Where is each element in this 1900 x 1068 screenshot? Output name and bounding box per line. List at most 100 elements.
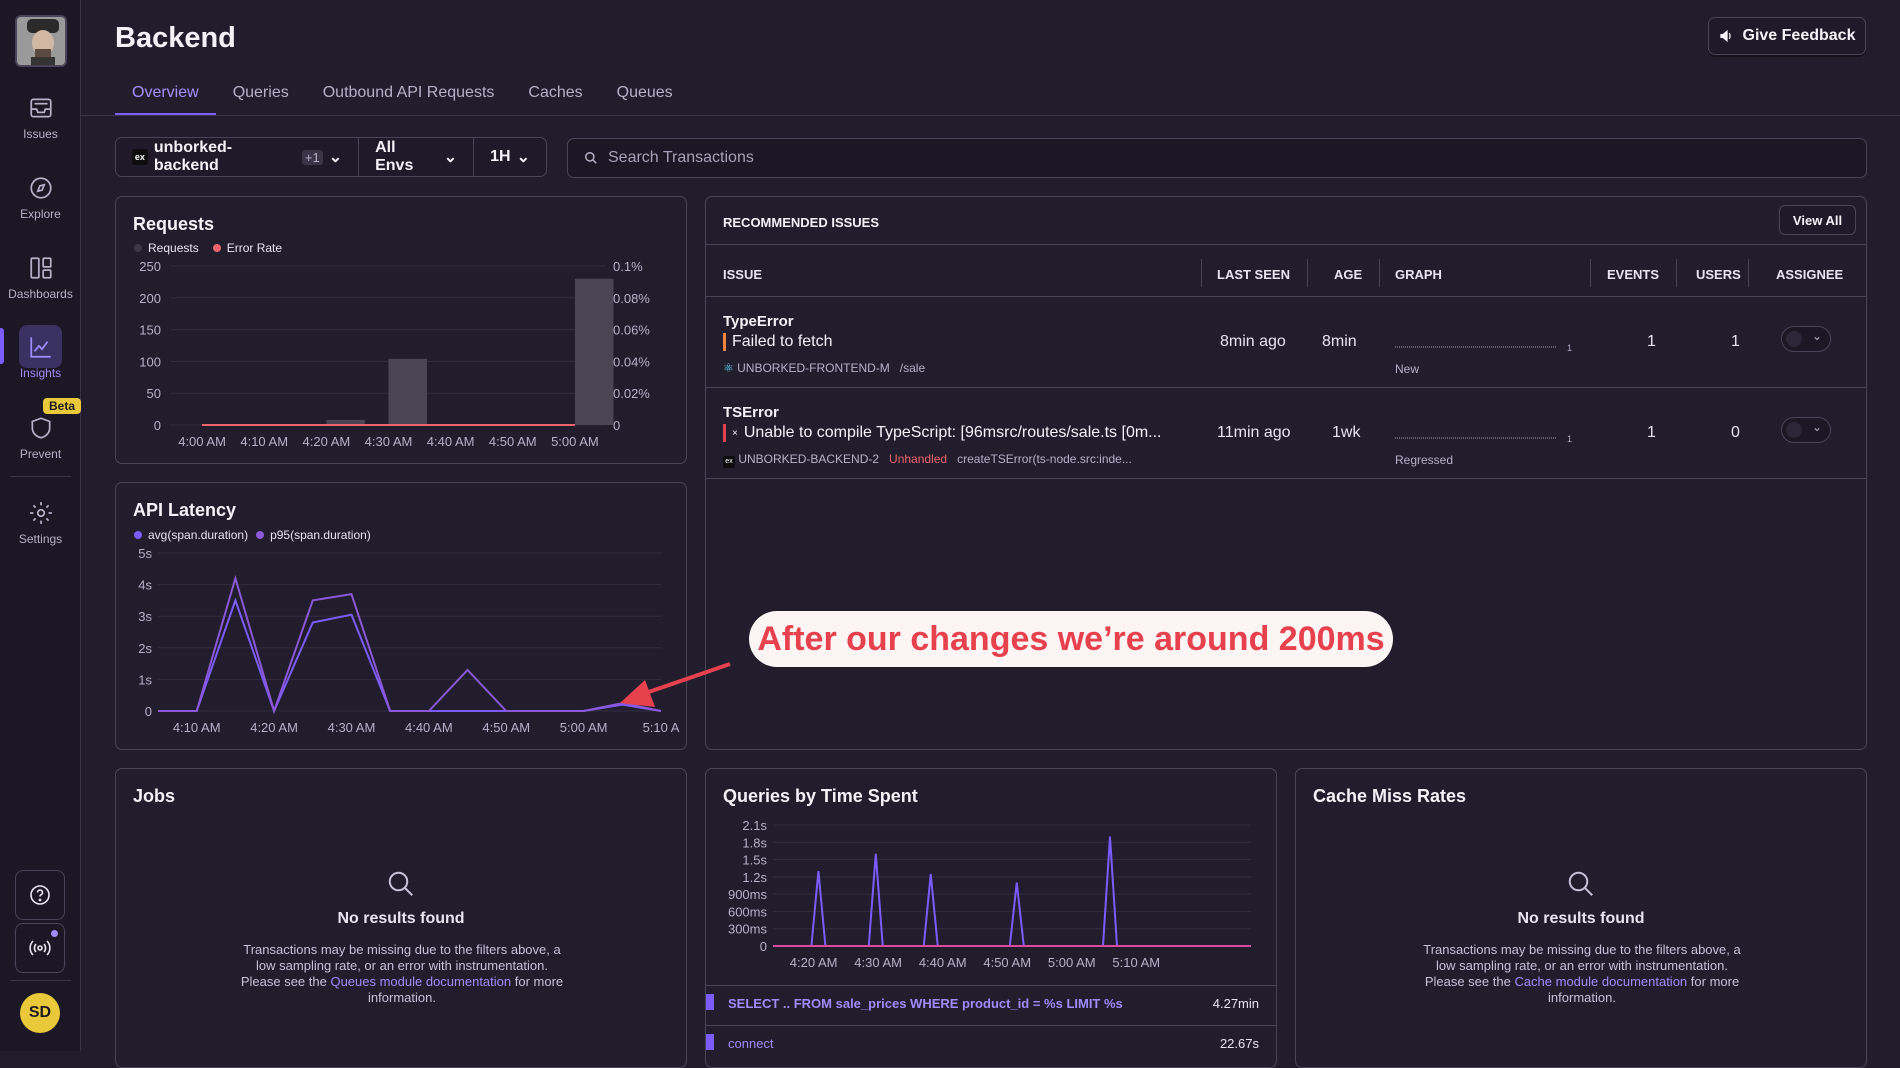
query-bar [706, 994, 714, 1010]
search-icon [1568, 871, 1593, 896]
nav-dashboards[interactable]: Dashboards [0, 255, 81, 301]
nav-label: Issues [23, 127, 58, 141]
row-divider [706, 478, 1866, 479]
events: 1 [1647, 424, 1656, 441]
period-value: 1H [490, 148, 511, 165]
issue-row[interactable]: TSError × Unable to compile TypeScript: … [706, 387, 1866, 478]
close-icon: × [732, 427, 738, 439]
series-line [158, 574, 662, 715]
events: 1 [1647, 333, 1656, 350]
nav-insights[interactable]: Insights [0, 334, 81, 380]
tab-overview[interactable]: Overview [115, 80, 216, 116]
x-tick-label: 4:50 AM [482, 720, 530, 735]
issue-type[interactable]: TSError [723, 404, 779, 421]
project-selector[interactable]: ex unborked-backend +1 ⌄ [116, 138, 360, 176]
issue-row[interactable]: TypeError Failed to fetch ⚛ UNBORKED-FRO… [706, 296, 1866, 387]
x-tick-label: 4:30 AM [854, 955, 902, 970]
query-text[interactable]: connect [728, 1036, 774, 1051]
tab-queues[interactable]: Queues [600, 80, 690, 116]
notification-dot [51, 930, 58, 937]
query-row[interactable]: connect 22.67s [706, 1025, 1276, 1065]
user-avatar[interactable]: SD [20, 993, 60, 1033]
x-tick-label: 5:10 A [643, 720, 680, 735]
search-input[interactable] [608, 149, 1808, 167]
y-tick-label: 50 [147, 386, 161, 401]
megaphone-icon [1719, 29, 1731, 43]
assignee-selector[interactable]: ⌄ [1781, 326, 1831, 352]
requests-chart: 250 200 150 100 50 0 0.1% 0.08% 0.06% 0.04% 0.02% 0… [139, 259, 650, 449]
period-selector[interactable]: 1H ⌄ [474, 138, 546, 176]
y-tick-label: 250 [139, 259, 161, 274]
issue-culprit: createTSError(ts-node.src:inde... [957, 452, 1132, 466]
x-tick-label: 4:10 AM [173, 720, 221, 735]
query-text[interactable]: SELECT .. FROM sale_prices WHERE product… [728, 996, 1123, 1011]
y-tick-label: 0 [145, 704, 152, 719]
sidebar: Issues Explore Dashboards Insights Beta … [0, 0, 82, 1051]
project-name: unborked-backend [153, 139, 233, 174]
tab-caches[interactable]: Caches [511, 80, 599, 116]
query-time: 22.67s [1219, 1036, 1259, 1051]
env-selector[interactable]: All Envs ⌄ [359, 138, 475, 176]
issue-meta: ex UNBORKED-BACKEND-2 Unhandled createTS… [723, 452, 1132, 468]
col-users: USERS [1696, 267, 1741, 282]
help-button[interactable] [15, 870, 65, 920]
cache-empty-state: No results found Transactions may be mis… [1296, 869, 1866, 1006]
broadcast-button[interactable] [15, 923, 65, 973]
issues-title: RECOMMENDED ISSUES [723, 215, 880, 230]
graph-icon [29, 337, 51, 358]
age: 1wk [1332, 424, 1361, 441]
nav-settings[interactable]: Settings [0, 500, 81, 546]
no-results-desc: Transactions may be missing due to the f… [240, 942, 564, 1005]
no-results-desc: Transactions may be missing due to the f… [1423, 942, 1741, 1005]
cache-docs-link[interactable]: Cache module documentation [1514, 974, 1687, 989]
query-row[interactable]: SELECT .. FROM sale_prices WHERE product… [706, 985, 1276, 1025]
give-feedback-button[interactable]: Give Feedback [1708, 17, 1866, 55]
query-time: 4.27min [1212, 996, 1259, 1011]
x-tick-label: 4:50 AM [983, 955, 1031, 970]
beta-badge: Beta [43, 398, 82, 414]
svg-text:1: 1 [1567, 343, 1572, 353]
y-tick-label: 2.1s [742, 818, 767, 833]
x-tick-label: 5:00 AM [560, 720, 608, 735]
assignee-selector[interactable]: ⌄ [1781, 417, 1831, 443]
y-tick-label: 0 [154, 418, 161, 433]
query-spike [867, 853, 884, 947]
help-icon [30, 885, 50, 905]
x-tick-label: 4:40 AM [405, 720, 453, 735]
users: 1 [1731, 333, 1740, 350]
nav-issues[interactable]: Issues [0, 95, 81, 141]
nav-label: Insights [19, 366, 62, 380]
query-spike [810, 871, 827, 947]
view-all-button[interactable]: View All [1779, 205, 1856, 235]
cache-panel: Cache Miss Rates No results found Transa… [1295, 768, 1867, 1068]
x-tick-label: 5:00 AM [551, 434, 599, 449]
issue-message: Failed to fetch [723, 333, 833, 351]
issue-type[interactable]: TypeError [723, 313, 794, 330]
tab-outbound-api-requests[interactable]: Outbound API Requests [306, 80, 512, 116]
level-indicator [723, 333, 726, 351]
latency-chart: 5s 4s 3s 2s 1s 0 4:10 AM 4:20 AM 4:30 AM 4:40 AM 4… [138, 546, 680, 735]
tab-queries[interactable]: Queries [216, 80, 306, 116]
env-value: All Envs [375, 139, 414, 174]
x-tick-label: 4:20 AM [790, 955, 838, 970]
y2-tick-label: 0.02% [613, 386, 650, 401]
org-avatar[interactable] [15, 15, 67, 67]
project-badge: ⚛ UNBORKED-FRONTEND-M [723, 361, 890, 375]
queues-docs-link[interactable]: Queues module documentation [330, 974, 511, 989]
filter-bar: ex unborked-backend +1 ⌄ All Envs ⌄ 1H ⌄ [115, 137, 547, 177]
x-tick-label: 4:20 AM [303, 434, 351, 449]
dashboard-icon [29, 257, 52, 279]
nav-prevent[interactable]: Prevent [0, 415, 81, 461]
nav-label: Dashboards [8, 287, 73, 301]
chevron-down-icon: ⌄ [516, 149, 530, 166]
x-tick-label: 5:10 AM [1112, 955, 1160, 970]
y-tick-label: 1.8s [742, 835, 767, 850]
x-tick-label: 5:00 AM [1048, 955, 1096, 970]
last-seen: 11min ago [1217, 424, 1291, 441]
tab-bar: Overview Queries Outbound API Requests C… [115, 80, 690, 116]
nav-explore[interactable]: Explore [0, 175, 81, 221]
tab-divider [81, 115, 1900, 116]
issue-sparkline: 1 [1395, 434, 1572, 444]
query-spike [1008, 882, 1025, 947]
chevron-down-icon: ⌄ [1812, 420, 1823, 434]
